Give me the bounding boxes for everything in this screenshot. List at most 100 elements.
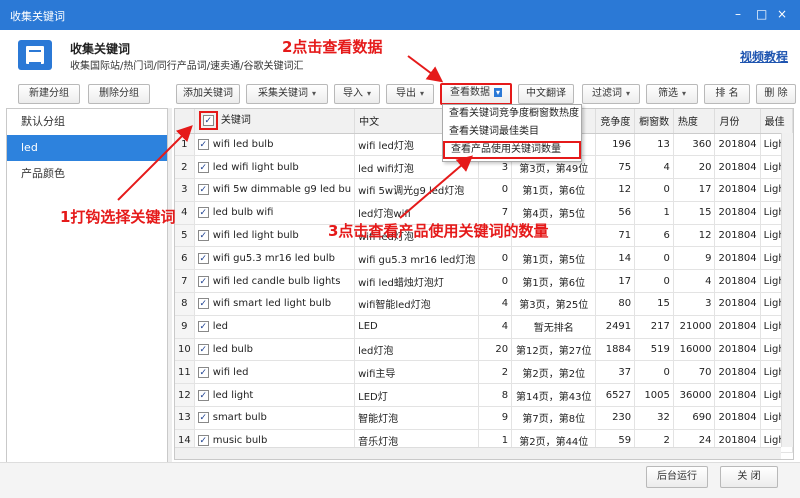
- keyword-text: music bulb: [212, 435, 268, 447]
- table-cell: 0: [634, 178, 674, 202]
- row-checkbox[interactable]: ✓: [197, 161, 209, 173]
- keyword-cell: ✓ wifi led bulb: [194, 133, 356, 157]
- menu-item-best-category[interactable]: 查看关键词最佳类目: [443, 123, 581, 141]
- collect-keyword-label: 采集关键词: [257, 88, 308, 99]
- minimize-button[interactable]: –: [735, 7, 741, 21]
- view-data-button[interactable]: 查看数据 ▾: [440, 83, 512, 105]
- keyword-cell: ✓ led bulb: [194, 338, 356, 362]
- row-checkbox[interactable]: ✓: [197, 344, 209, 356]
- horizontal-scrollbar[interactable]: [175, 447, 781, 459]
- view-data-label: 查看数据: [449, 87, 490, 98]
- keyword-header[interactable]: ✓ 关键词: [194, 109, 356, 134]
- close-button[interactable]: 关 闭: [720, 466, 778, 488]
- table-cell: 37: [595, 360, 636, 385]
- add-keyword-button[interactable]: 添加关键词: [176, 84, 240, 104]
- export-button[interactable]: 导出 ▾: [386, 84, 434, 104]
- table-row[interactable]: 7 ✓ wifi led candle bulb lights wifi led蜡烛灯…: [175, 269, 793, 294]
- delete-button[interactable]: 删 除: [756, 84, 796, 104]
- table-row[interactable]: 3 ✓ wifi 5w dimmable g9 led bu wifi 5w调光g9 …: [175, 178, 793, 202]
- row-checkbox[interactable]: ✓: [197, 435, 209, 447]
- table-cell: 0: [478, 178, 513, 202]
- row-checkbox[interactable]: ✓: [197, 184, 209, 196]
- row-checkbox[interactable]: ✓: [197, 252, 209, 264]
- menu-item-competition[interactable]: 查看关键词竞争度橱窗数热度: [443, 105, 581, 123]
- table-cell: wifi led蜡烛灯泡灯: [354, 269, 480, 294]
- table-cell: 196: [595, 133, 636, 157]
- popularity-header[interactable]: 热度: [673, 109, 716, 134]
- table-cell: 519: [634, 338, 674, 362]
- menu-item-product-keyword-count[interactable]: 查看产品使用关键词数量: [443, 141, 581, 159]
- row-checkbox[interactable]: ✓: [197, 138, 209, 150]
- table-cell: 智能灯泡: [354, 406, 480, 430]
- run-background-button[interactable]: 后台运行: [646, 466, 708, 488]
- table-row[interactable]: 11 ✓ wifi led wifi主导 2 第2页，第2位 37 0 70 201804 Ligh: [175, 360, 793, 385]
- header-title: 收集关键词: [70, 42, 131, 56]
- table-cell: 75: [595, 155, 636, 180]
- table-body: 1 ✓ wifi led bulb wifi led灯泡 196 13 360 201804 L…: [175, 133, 793, 453]
- table-cell: 第14页，第43位: [511, 383, 597, 408]
- table-cell: led灯泡: [354, 338, 480, 362]
- row-checkbox[interactable]: ✓: [197, 298, 209, 310]
- import-button[interactable]: 导入 ▾: [334, 84, 380, 104]
- table-cell: 1: [634, 201, 674, 225]
- table-cell: 12: [175, 383, 195, 408]
- table-row[interactable]: 13 ✓ smart bulb 智能灯泡 9 第7页，第8位 230 32 690 201804 L…: [175, 406, 793, 430]
- keyword-text: wifi 5w dimmable g9 led bu: [212, 184, 352, 196]
- rank-button[interactable]: 排 名: [704, 84, 750, 104]
- keyword-cell: ✓ wifi led candle bulb lights: [194, 269, 356, 294]
- table-cell: wifi 5w调光g9 led灯泡: [354, 178, 480, 202]
- chevron-down-icon: ▾: [493, 88, 502, 97]
- table-cell: 201804: [714, 269, 761, 294]
- table-cell: wifi智能led灯泡: [354, 292, 480, 316]
- select-all-checkbox[interactable]: ✓: [198, 111, 218, 131]
- best-category-header[interactable]: 最佳: [760, 109, 793, 134]
- competition-header[interactable]: 竞争度: [595, 109, 636, 134]
- month-header[interactable]: 月份: [714, 109, 761, 134]
- close-window-button[interactable]: ×: [777, 7, 787, 21]
- row-checkbox[interactable]: ✓: [197, 366, 209, 378]
- row-checkbox[interactable]: ✓: [197, 412, 209, 424]
- table-row[interactable]: 9 ✓ led LED 4 暂无排名 2491 217 21000 201804 Ligh: [175, 315, 793, 339]
- showcase-header[interactable]: 橱窗数: [634, 109, 674, 134]
- table-cell: 15: [673, 201, 716, 225]
- table-cell: 7: [175, 269, 195, 294]
- table-cell: 70: [673, 360, 716, 385]
- filter-button[interactable]: 筛选 ▾: [646, 84, 698, 104]
- vertical-scrollbar[interactable]: [781, 133, 793, 447]
- keyword-text: wifi led candle bulb lights: [212, 275, 341, 287]
- table-cell: 20: [673, 155, 716, 180]
- table-row[interactable]: 10 ✓ led bulb led灯泡 20 第12页，第27位 1884 519 16000 2…: [175, 338, 793, 362]
- sidebar-item-product-color[interactable]: 产品颜色: [7, 161, 167, 187]
- keyword-cell: ✓ led: [194, 315, 356, 339]
- sidebar-item-default[interactable]: 默认分组: [7, 109, 167, 135]
- table-cell: 201804: [714, 224, 761, 248]
- translate-button[interactable]: 中文翻译: [518, 84, 574, 104]
- collect-keyword-button[interactable]: 采集关键词 ▾: [246, 84, 328, 104]
- annotation-step2: 2点击查看数据: [282, 38, 383, 56]
- table-cell: 15: [634, 292, 674, 316]
- splitter[interactable]: [168, 108, 172, 464]
- table-row[interactable]: 12 ✓ led light LED灯 8 第14页，第43位 6527 1005 36000 2…: [175, 383, 793, 408]
- table-row[interactable]: 8 ✓ wifi smart led light bulb wifi智能led灯泡 4 第…: [175, 292, 793, 316]
- row-checkbox[interactable]: ✓: [197, 207, 209, 219]
- sidebar-item-led[interactable]: led: [7, 135, 167, 161]
- row-checkbox[interactable]: ✓: [197, 275, 209, 287]
- filter-words-button[interactable]: 过滤词 ▾: [582, 84, 640, 104]
- row-checkbox[interactable]: ✓: [197, 389, 209, 401]
- delete-group-button[interactable]: 删除分组: [88, 84, 150, 104]
- maximize-button[interactable]: □: [756, 7, 767, 21]
- table-cell: 第2页，第2位: [511, 360, 597, 385]
- new-group-button[interactable]: 新建分组: [18, 84, 80, 104]
- table-cell: 16000: [673, 338, 716, 362]
- row-checkbox[interactable]: ✓: [197, 321, 209, 333]
- row-checkbox[interactable]: ✓: [197, 230, 209, 242]
- table-cell: 230: [595, 406, 636, 430]
- table-row[interactable]: 6 ✓ wifi gu5.3 mr16 led bulb wifi gu5.3 mr1…: [175, 246, 793, 271]
- table-cell: 4: [673, 269, 716, 294]
- table-cell: 6527: [595, 383, 636, 408]
- table-cell: 10: [175, 338, 195, 362]
- table-cell: 9: [175, 315, 195, 339]
- table-cell: 2: [175, 155, 195, 180]
- table-cell: 56: [595, 201, 636, 225]
- video-tutorial-link[interactable]: 视频教程: [740, 48, 788, 65]
